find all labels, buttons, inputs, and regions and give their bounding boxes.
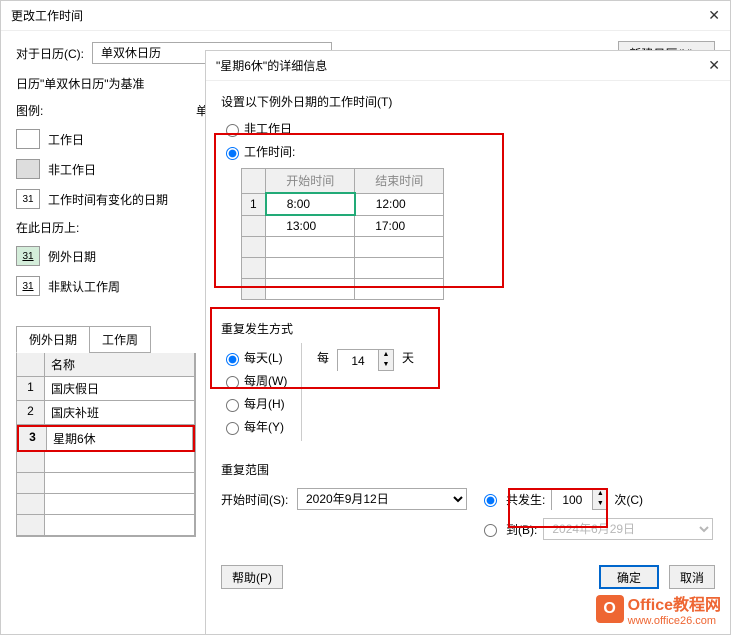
legend-nonworkday: 非工作日 — [16, 159, 196, 179]
start-date-label: 开始时间(S): — [221, 491, 297, 508]
legend-workday: 工作日 — [16, 129, 196, 149]
name-header: 名称 — [45, 353, 195, 376]
worktime-label: 工作时间: — [244, 143, 295, 160]
outer-titlebar: 更改工作时间 ✕ — [1, 1, 730, 31]
watermark-logo-icon: O — [596, 595, 624, 623]
time-row[interactable] — [242, 279, 444, 300]
help-button[interactable]: 帮助(P) — [221, 565, 283, 589]
until-date-select: 2024年6月29日 — [543, 518, 713, 540]
tab-exception[interactable]: 例外日期 — [16, 326, 90, 353]
end-header: 结束时间 — [355, 169, 444, 194]
start-date-select[interactable]: 2020年9月12日 — [297, 488, 467, 510]
for-calendar-label: 对于日历(C): — [16, 45, 84, 62]
legend-label: 图例: — [16, 102, 196, 119]
legend-changed: 31工作时间有变化的日期 — [16, 189, 196, 209]
time-row[interactable] — [242, 258, 444, 279]
occur-input[interactable] — [552, 489, 592, 511]
table-row[interactable] — [17, 473, 195, 494]
time-row[interactable]: 13:0017:00 — [242, 215, 444, 237]
on-this-calendar-label: 在此日历上: — [16, 219, 196, 236]
occur-label: 共发生: — [506, 491, 545, 508]
watermark: O Office教程网 www.office26.com — [596, 591, 721, 627]
details-dialog: "星期6休"的详细信息 ✕ 设置以下例外日期的工作时间(T) 非工作日 工作时间… — [205, 50, 731, 635]
spinner-up-icon[interactable]: ▲ — [379, 350, 393, 360]
recurrence-label: 重复发生方式 — [221, 320, 715, 337]
exception-table: 名称 1 国庆假日 2 国庆补班 3 星期6休 — [16, 353, 196, 537]
table-row-selected[interactable]: 3 星期6休 — [17, 425, 195, 452]
monthly-radio[interactable] — [226, 399, 239, 412]
table-row[interactable]: 1 国庆假日 — [17, 377, 195, 401]
until-radio[interactable] — [484, 524, 497, 537]
cancel-button[interactable]: 取消 — [669, 565, 715, 589]
legend-exception: 31例外日期 — [16, 246, 196, 266]
spinner-up-icon[interactable]: ▲ — [593, 489, 607, 499]
time-row[interactable]: 18:0012:00 — [242, 193, 444, 215]
occur-spinner[interactable]: ▲▼ — [551, 488, 608, 510]
days-label: 天 — [402, 349, 414, 366]
ok-button[interactable]: 确定 — [599, 565, 659, 589]
legend-nondefault: 31非默认工作周 — [16, 276, 196, 296]
spinner-down-icon[interactable]: ▼ — [593, 499, 607, 509]
table-row[interactable] — [17, 515, 195, 536]
inner-title: "星期6休"的详细信息 — [216, 57, 327, 74]
set-label: 设置以下例外日期的工作时间(T) — [221, 93, 715, 110]
every-label: 每 — [317, 349, 329, 366]
time-table: 开始时间结束时间 18:0012:00 13:0017:00 — [241, 168, 444, 300]
nonworkday-radio[interactable] — [226, 124, 239, 137]
weekly-radio[interactable] — [226, 376, 239, 389]
table-row[interactable] — [17, 452, 195, 473]
until-label: 到(B): — [506, 521, 537, 538]
times-label: 次(C) — [614, 491, 643, 508]
outer-title: 更改工作时间 — [11, 7, 83, 24]
interval-input[interactable] — [338, 350, 378, 372]
watermark-brand: Office教程网 — [628, 597, 721, 614]
tab-workweek[interactable]: 工作周 — [89, 326, 151, 353]
close-icon[interactable]: ✕ — [708, 7, 720, 24]
close-icon[interactable]: ✕ — [708, 57, 720, 74]
occur-radio[interactable] — [484, 494, 497, 507]
table-row[interactable] — [17, 494, 195, 515]
yearly-radio[interactable] — [226, 422, 239, 435]
watermark-url: www.office26.com — [628, 615, 721, 627]
spinner-down-icon[interactable]: ▼ — [379, 360, 393, 370]
range-label: 重复范围 — [221, 461, 715, 478]
nonworkday-label: 非工作日 — [244, 120, 292, 137]
worktime-radio[interactable] — [226, 147, 239, 160]
interval-spinner[interactable]: ▲▼ — [337, 349, 394, 371]
table-row[interactable]: 2 国庆补班 — [17, 401, 195, 425]
time-row[interactable] — [242, 237, 444, 258]
inner-titlebar: "星期6休"的详细信息 ✕ — [206, 51, 730, 81]
daily-radio[interactable] — [226, 353, 239, 366]
start-header: 开始时间 — [266, 169, 355, 194]
